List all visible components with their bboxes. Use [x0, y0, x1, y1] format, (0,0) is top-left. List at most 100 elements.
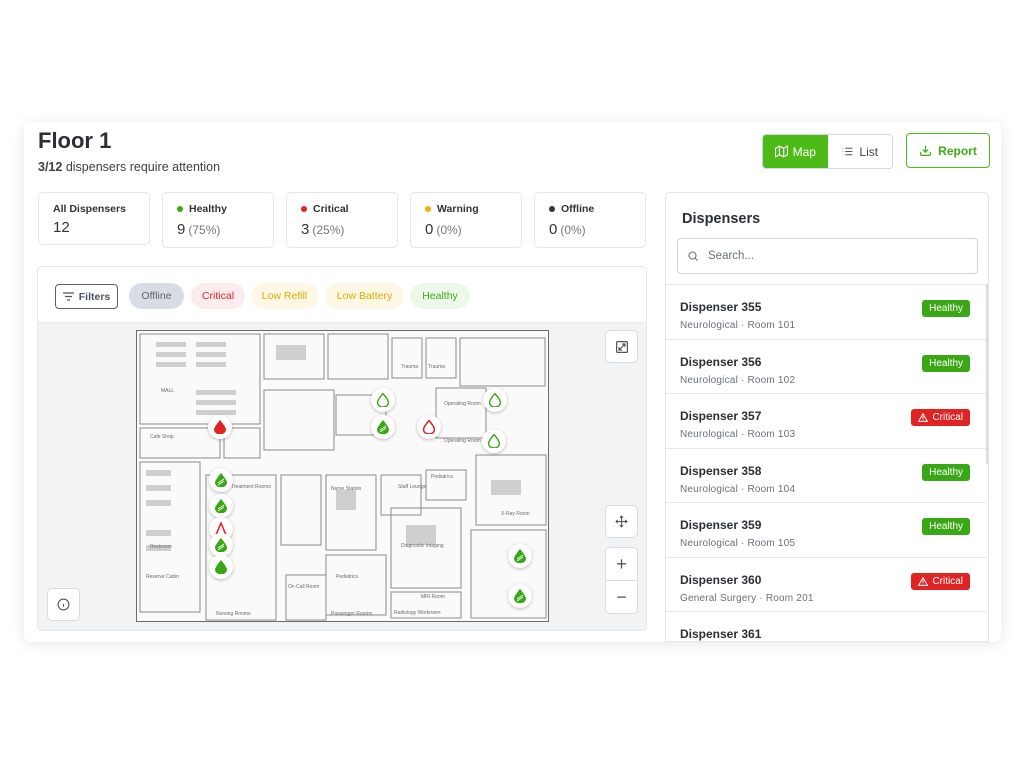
- map-label-mall: MALL: [161, 388, 174, 394]
- list-item[interactable]: Dispenser 359 Neurological · Room 105 He…: [666, 502, 986, 557]
- map-icon: [774, 145, 788, 158]
- info-icon: [57, 598, 70, 611]
- chip-offline[interactable]: Offline: [129, 283, 184, 309]
- stat-value: 9: [177, 221, 186, 238]
- map-label-radiology: Radiology Workroom: [394, 610, 441, 616]
- map-label-restroom: Restroom: [150, 544, 172, 550]
- drop-healthy-icon: [488, 434, 500, 448]
- map-label-oncall: On Call Room: [288, 584, 319, 590]
- map-panel: Filters Offline Critical Low Refill Low …: [37, 266, 647, 631]
- stat-offline[interactable]: Offline 0 (0%): [534, 192, 646, 248]
- zoom-controls: + −: [605, 547, 638, 614]
- drop-critical-icon: [423, 420, 435, 434]
- drop-healthy-icon: [514, 549, 526, 563]
- drop-healthy-icon: [215, 560, 227, 574]
- map-label-mri: MRI Room: [421, 594, 445, 600]
- dispenser-location: General Surgery · Room 201: [680, 592, 814, 604]
- map-view-label: Map: [792, 144, 816, 159]
- warning-dot-icon: [425, 206, 431, 212]
- dispenser-pin-healthy[interactable]: [209, 468, 233, 492]
- dispenser-pin-critical[interactable]: [208, 415, 232, 439]
- chip-low-refill[interactable]: Low Refill: [251, 283, 318, 309]
- status-badge: Healthy: [922, 354, 970, 372]
- warning-triangle-icon: [918, 413, 929, 422]
- report-button[interactable]: Report: [906, 133, 990, 168]
- filters-label: Filters: [78, 290, 111, 303]
- status-badge: Healthy: [922, 463, 970, 481]
- map-label-xray: X-Ray Room: [501, 511, 530, 517]
- stat-healthy[interactable]: Healthy 9 (75%): [162, 192, 274, 248]
- list-item[interactable]: Dispenser 360 General Surgery · Room 201…: [666, 556, 986, 612]
- dispenser-pin-healthy[interactable]: [371, 388, 395, 412]
- map-label-treatment: Treatment Rooms: [231, 484, 271, 490]
- status-label: Critical: [932, 575, 963, 587]
- dispenser-pin-healthy[interactable]: [482, 429, 506, 453]
- stat-all-dispensers[interactable]: All Dispensers 12: [38, 192, 150, 245]
- stat-percent: (25%): [312, 223, 345, 237]
- list-scrollbar[interactable]: [986, 284, 988, 464]
- dispenser-location: Neurological · Room 104: [680, 483, 796, 495]
- dispenser-pin-healthy[interactable]: [209, 494, 233, 518]
- dispenser-name: Dispenser 361: [680, 627, 762, 641]
- filters-button[interactable]: Filters: [55, 284, 118, 309]
- status-badge: Critical: [911, 409, 970, 426]
- stat-percent: (0%): [436, 223, 462, 237]
- stat-percent: (75%): [188, 223, 221, 237]
- list-item[interactable]: Dispenser 358 Neurological · Room 104 He…: [666, 447, 986, 503]
- dispenser-pin-healthy[interactable]: [483, 388, 507, 412]
- chip-critical[interactable]: Critical: [191, 283, 245, 309]
- drop-healthy-icon: [377, 393, 389, 407]
- search-input[interactable]: [708, 250, 948, 262]
- zoom-in-button[interactable]: +: [606, 548, 637, 581]
- list-view-button[interactable]: List: [827, 135, 892, 168]
- dispenser-list: Dispenser 355 Neurological · Room 101 He…: [666, 284, 986, 641]
- dispensers-panel: Dispensers Dispenser 355 Neurological · …: [665, 192, 989, 642]
- dispenser-pin-healthy[interactable]: [508, 584, 532, 608]
- stat-warning[interactable]: Warning 0 (0%): [410, 192, 522, 248]
- dispenser-location: Neurological · Room 102: [680, 374, 796, 386]
- filter-bar: Filters Offline Critical Low Refill Low …: [38, 267, 646, 323]
- zoom-out-button[interactable]: −: [606, 581, 637, 613]
- list-item[interactable]: Dispenser 357 Neurological · Room 103 Cr…: [666, 393, 986, 448]
- fullscreen-button[interactable]: [605, 330, 638, 363]
- filter-icon: [62, 292, 74, 301]
- map-label-pediatrics-2: Pediatrics: [336, 574, 358, 580]
- search-field[interactable]: [677, 238, 978, 274]
- chip-healthy[interactable]: Healthy: [410, 283, 470, 309]
- status-label: Healthy: [929, 357, 963, 369]
- map-label-trauma-2: Trauma: [428, 364, 445, 370]
- stat-label: Warning: [437, 203, 479, 215]
- dispenser-pin-healthy[interactable]: [209, 555, 233, 579]
- stat-label: Offline: [561, 203, 595, 215]
- pan-button[interactable]: [605, 505, 638, 538]
- drop-healthy-icon: [215, 473, 227, 487]
- dispenser-pin-healthy[interactable]: [209, 533, 233, 557]
- stat-label: Critical: [313, 203, 349, 215]
- list-item[interactable]: Dispenser 356 Neurological · Room 102 He…: [666, 338, 986, 394]
- status-label: Healthy: [929, 466, 963, 478]
- map-label-trauma-1: Trauma: [401, 364, 418, 370]
- status-badge: Healthy: [922, 300, 970, 317]
- drop-healthy-icon: [215, 499, 227, 513]
- stat-critical[interactable]: Critical 3 (25%): [286, 192, 398, 248]
- expand-icon: [615, 340, 628, 353]
- dispenser-pin-healthy[interactable]: [371, 415, 395, 439]
- dispenser-pin-healthy[interactable]: [508, 544, 532, 568]
- map-view-button[interactable]: Map: [763, 135, 828, 168]
- info-button[interactable]: [47, 588, 80, 621]
- dispenser-pin-critical[interactable]: [417, 415, 441, 439]
- list-item[interactable]: Dispenser 355 Neurological · Room 101 He…: [666, 284, 986, 339]
- stat-value: 12: [53, 219, 70, 236]
- attention-count: 3/12: [38, 160, 63, 174]
- list-icon: [843, 147, 853, 156]
- plus-icon: +: [616, 553, 627, 574]
- move-icon: [615, 515, 628, 528]
- chip-low-battery[interactable]: Low Battery: [325, 283, 404, 309]
- map-label-reserve: Reserve Cabin: [146, 574, 179, 580]
- map-label-staff: Staff Lounge: [398, 484, 426, 490]
- drop-healthy-icon: [377, 420, 389, 434]
- search-icon: [688, 251, 698, 261]
- floor-plan: MALL Cafe Shop Trauma Trauma Operating R…: [136, 330, 549, 622]
- stat-percent: (0%): [560, 223, 586, 237]
- list-item[interactable]: Dispenser 361: [666, 611, 986, 641]
